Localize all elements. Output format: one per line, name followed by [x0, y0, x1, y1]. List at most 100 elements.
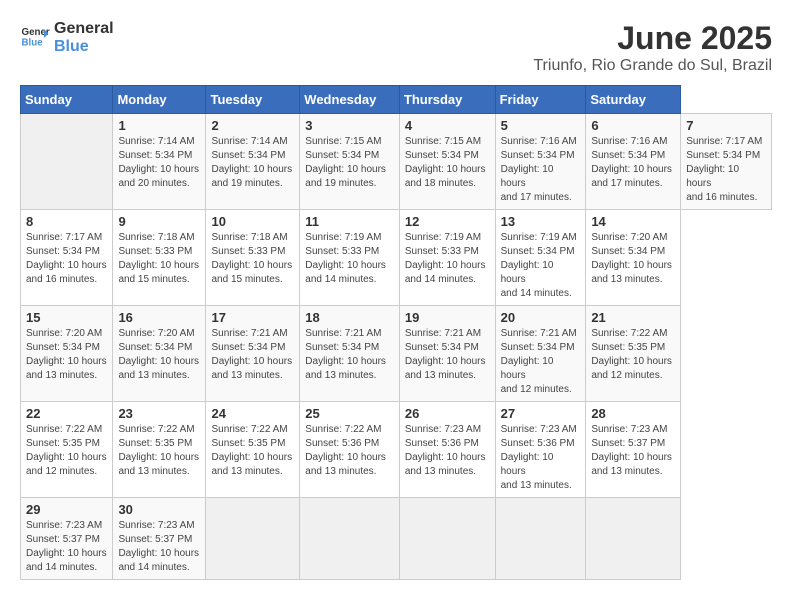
day-number: 30	[118, 502, 200, 517]
day-info: Sunrise: 7:22 AM Sunset: 5:35 PM Dayligh…	[26, 423, 107, 479]
calendar-cell: 17Sunrise: 7:21 AM Sunset: 5:34 PM Dayli…	[206, 306, 300, 402]
day-number: 24	[211, 406, 294, 421]
day-number: 27	[501, 406, 581, 421]
day-number: 19	[405, 310, 490, 325]
calendar-cell: 27 Sunrise: 7:23 AM Sunset: 5:36 PM Dayli…	[495, 402, 586, 498]
day-info: Sunrise: 7:14 AM Sunset: 5:34 PM Dayligh…	[211, 135, 294, 191]
day-info: Sunrise: 7:14 AM Sunset: 5:34 PM Dayligh…	[118, 135, 200, 191]
day-number: 20	[501, 310, 581, 325]
calendar-cell: 23 Sunrise: 7:22 AM Sunset: 5:35 PM Dayli…	[113, 402, 206, 498]
day-number: 8	[26, 214, 107, 229]
day-number: 2	[211, 118, 294, 133]
day-info: Sunrise: 7:19 AM Sunset: 5:34 PM Dayligh…	[501, 231, 581, 301]
calendar-subtitle: Triunfo, Rio Grande do Sul, Brazil	[533, 57, 772, 75]
day-header-tuesday: Tuesday	[206, 86, 300, 114]
calendar-title: June 2025	[533, 20, 772, 57]
day-number: 21	[591, 310, 675, 325]
calendar-cell: 10 Sunrise: 7:18 AM Sunset: 5:33 PM Dayli…	[206, 210, 300, 306]
day-info: Sunrise: 7:22 AM Sunset: 5:35 PM Dayligh…	[211, 423, 294, 479]
calendar-cell	[206, 498, 300, 580]
day-number: 5	[501, 118, 581, 133]
title-area: June 2025 Triunfo, Rio Grande do Sul, Br…	[533, 20, 772, 75]
day-info: Sunrise: 7:23 AM Sunset: 5:37 PM Dayligh…	[118, 519, 200, 575]
day-number: 18	[305, 310, 394, 325]
calendar-cell: 2 Sunrise: 7:14 AM Sunset: 5:34 PM Daylig…	[206, 114, 300, 210]
calendar-table: SundayMondayTuesdayWednesdayThursdayFrid…	[20, 85, 772, 580]
day-info: Sunrise: 7:23 AM Sunset: 5:36 PM Dayligh…	[501, 423, 581, 493]
day-info: Sunrise: 7:21 AM Sunset: 5:34 PM Dayligh…	[501, 327, 581, 397]
day-info: Sunrise: 7:15 AM Sunset: 5:34 PM Dayligh…	[305, 135, 394, 191]
day-info: Sunrise: 7:17 AM Sunset: 5:34 PM Dayligh…	[26, 231, 107, 287]
calendar-cell: 4 Sunrise: 7:15 AM Sunset: 5:34 PM Daylig…	[399, 114, 495, 210]
day-number: 28	[591, 406, 675, 421]
svg-text:Blue: Blue	[22, 38, 44, 49]
calendar-cell: 16Sunrise: 7:20 AM Sunset: 5:34 PM Dayli…	[113, 306, 206, 402]
day-number: 13	[501, 214, 581, 229]
calendar-cell: 26Sunrise: 7:23 AM Sunset: 5:36 PM Dayli…	[399, 402, 495, 498]
day-info: Sunrise: 7:15 AM Sunset: 5:34 PM Dayligh…	[405, 135, 490, 191]
calendar-week-2: 8 Sunrise: 7:17 AM Sunset: 5:34 PM Daylig…	[21, 210, 772, 306]
day-number: 10	[211, 214, 294, 229]
calendar-cell: 11Sunrise: 7:19 AM Sunset: 5:33 PM Dayli…	[300, 210, 400, 306]
calendar-cell: 25Sunrise: 7:22 AM Sunset: 5:36 PM Dayli…	[300, 402, 400, 498]
logo: General Blue General Blue	[20, 20, 114, 56]
day-info: Sunrise: 7:18 AM Sunset: 5:33 PM Dayligh…	[118, 231, 200, 287]
page-header: General Blue General Blue June 2025 Triu…	[20, 20, 772, 75]
day-number: 11	[305, 214, 394, 229]
calendar-cell: 5 Sunrise: 7:16 AM Sunset: 5:34 PM Daylig…	[495, 114, 586, 210]
day-info: Sunrise: 7:22 AM Sunset: 5:35 PM Dayligh…	[118, 423, 200, 479]
day-info: Sunrise: 7:16 AM Sunset: 5:34 PM Dayligh…	[591, 135, 675, 191]
day-info: Sunrise: 7:21 AM Sunset: 5:34 PM Dayligh…	[305, 327, 394, 383]
day-info: Sunrise: 7:17 AM Sunset: 5:34 PM Dayligh…	[686, 135, 766, 205]
day-info: Sunrise: 7:23 AM Sunset: 5:37 PM Dayligh…	[591, 423, 675, 479]
calendar-cell	[399, 498, 495, 580]
calendar-cell: 6 Sunrise: 7:16 AM Sunset: 5:34 PM Daylig…	[586, 114, 681, 210]
calendar-cell: 19 Sunrise: 7:21 AM Sunset: 5:34 PM Dayli…	[399, 306, 495, 402]
calendar-week-5: 29 Sunrise: 7:23 AM Sunset: 5:37 PM Dayli…	[21, 498, 772, 580]
day-number: 3	[305, 118, 394, 133]
day-header-friday: Friday	[495, 86, 586, 114]
day-number: 7	[686, 118, 766, 133]
day-info: Sunrise: 7:22 AM Sunset: 5:35 PM Dayligh…	[591, 327, 675, 383]
day-number: 22	[26, 406, 107, 421]
day-number: 15	[26, 310, 107, 325]
logo-icon: General Blue	[20, 23, 50, 53]
calendar-cell	[586, 498, 681, 580]
day-info: Sunrise: 7:22 AM Sunset: 5:36 PM Dayligh…	[305, 423, 394, 479]
calendar-cell: 3 Sunrise: 7:15 AM Sunset: 5:34 PM Daylig…	[300, 114, 400, 210]
day-number: 9	[118, 214, 200, 229]
day-number: 12	[405, 214, 490, 229]
calendar-cell: 22 Sunrise: 7:22 AM Sunset: 5:35 PM Dayli…	[21, 402, 113, 498]
day-number: 23	[118, 406, 200, 421]
calendar-cell: 30 Sunrise: 7:23 AM Sunset: 5:37 PM Dayli…	[113, 498, 206, 580]
day-info: Sunrise: 7:20 AM Sunset: 5:34 PM Dayligh…	[118, 327, 200, 383]
calendar-cell: 28 Sunrise: 7:23 AM Sunset: 5:37 PM Dayli…	[586, 402, 681, 498]
calendar-week-4: 22 Sunrise: 7:22 AM Sunset: 5:35 PM Dayli…	[21, 402, 772, 498]
day-header-wednesday: Wednesday	[300, 86, 400, 114]
day-info: Sunrise: 7:21 AM Sunset: 5:34 PM Dayligh…	[405, 327, 490, 383]
day-info: Sunrise: 7:20 AM Sunset: 5:34 PM Dayligh…	[26, 327, 107, 383]
day-header-thursday: Thursday	[399, 86, 495, 114]
calendar-cell	[495, 498, 586, 580]
day-info: Sunrise: 7:18 AM Sunset: 5:33 PM Dayligh…	[211, 231, 294, 287]
day-number: 29	[26, 502, 107, 517]
calendar-cell: 21 Sunrise: 7:22 AM Sunset: 5:35 PM Dayli…	[586, 306, 681, 402]
calendar-cell: 1Sunrise: 7:14 AM Sunset: 5:34 PM Daylig…	[113, 114, 206, 210]
day-header-saturday: Saturday	[586, 86, 681, 114]
empty-cell	[21, 114, 113, 210]
day-info: Sunrise: 7:16 AM Sunset: 5:34 PM Dayligh…	[501, 135, 581, 205]
calendar-cell: 18 Sunrise: 7:21 AM Sunset: 5:34 PM Dayli…	[300, 306, 400, 402]
calendar-week-1: 1Sunrise: 7:14 AM Sunset: 5:34 PM Daylig…	[21, 114, 772, 210]
day-number: 4	[405, 118, 490, 133]
calendar-cell: 8 Sunrise: 7:17 AM Sunset: 5:34 PM Daylig…	[21, 210, 113, 306]
day-number: 14	[591, 214, 675, 229]
calendar-cell: 9 Sunrise: 7:18 AM Sunset: 5:33 PM Daylig…	[113, 210, 206, 306]
calendar-cell: 29Sunrise: 7:23 AM Sunset: 5:37 PM Dayli…	[21, 498, 113, 580]
calendar-body: 1Sunrise: 7:14 AM Sunset: 5:34 PM Daylig…	[21, 114, 772, 580]
calendar-header-row: SundayMondayTuesdayWednesdayThursdayFrid…	[21, 86, 772, 114]
day-number: 6	[591, 118, 675, 133]
calendar-cell: 20 Sunrise: 7:21 AM Sunset: 5:34 PM Dayli…	[495, 306, 586, 402]
calendar-cell	[300, 498, 400, 580]
day-header-monday: Monday	[113, 86, 206, 114]
day-info: Sunrise: 7:20 AM Sunset: 5:34 PM Dayligh…	[591, 231, 675, 287]
